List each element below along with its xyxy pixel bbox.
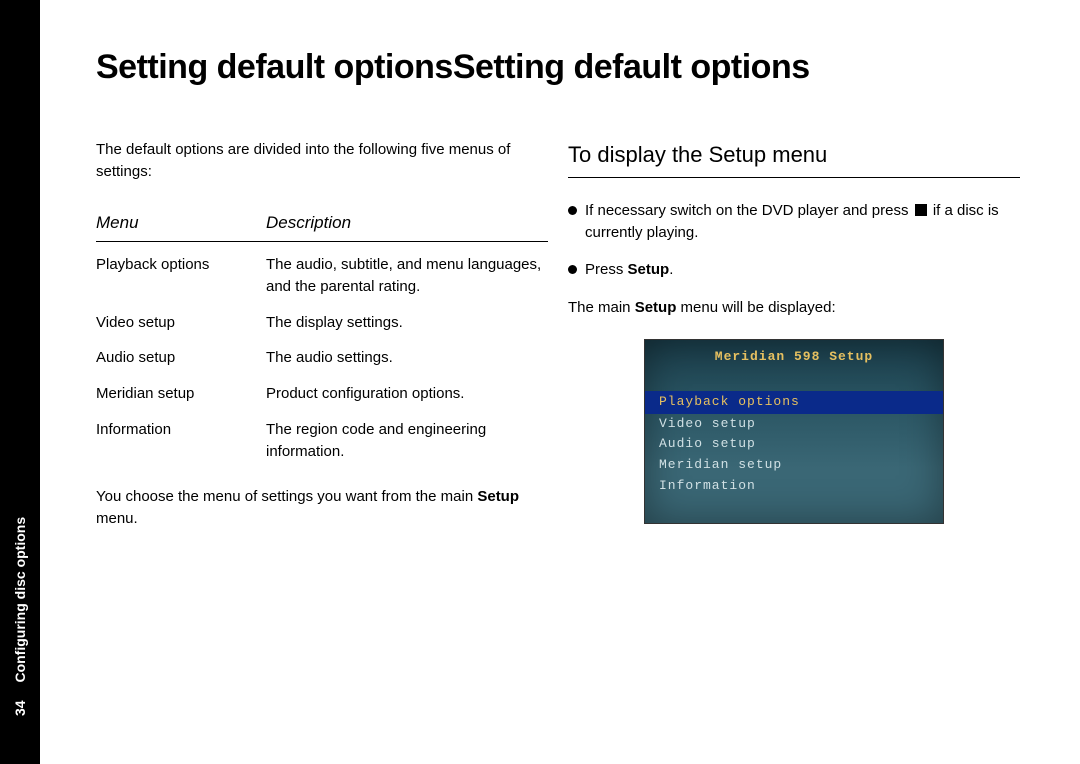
sidebar-section-label: 34 Configuring disc options xyxy=(0,0,40,764)
cell-desc: Product configuration options. xyxy=(266,383,548,405)
table-row: Information The region code and engineer… xyxy=(96,419,548,463)
step2-bold: Setup xyxy=(628,261,670,278)
table-header-row: Menu Description xyxy=(96,211,548,243)
cell-desc: The display settings. xyxy=(266,312,548,334)
followup-suffix: menu will be displayed: xyxy=(676,299,835,316)
page-title: Setting default optionsSetting default o… xyxy=(96,48,1020,95)
closing-bold: Setup xyxy=(477,488,519,505)
screenshot-menu-item: Information xyxy=(645,476,943,497)
table-header-desc: Description xyxy=(266,211,548,236)
step1-prefix: If necessary switch on the DVD player an… xyxy=(585,202,913,219)
cell-menu: Video setup xyxy=(96,312,266,334)
step-2: Press Setup. xyxy=(568,259,1020,281)
section-label: Configuring disc options xyxy=(12,517,28,683)
page-body: Setting default optionsSetting default o… xyxy=(40,0,1080,570)
screenshot-menu-item: Meridian setup xyxy=(645,455,943,476)
menu-table: Menu Description Playback options The au… xyxy=(96,211,548,463)
closing-suffix: menu. xyxy=(96,510,138,527)
cell-menu: Audio setup xyxy=(96,347,266,369)
table-row: Video setup The display settings. xyxy=(96,312,548,334)
screenshot-menu-item: Audio setup xyxy=(645,434,943,455)
screenshot-menu-list: Playback options Video setup Audio setup… xyxy=(645,391,943,497)
cell-menu: Meridian setup xyxy=(96,383,266,405)
screenshot-menu-item-selected: Playback options xyxy=(645,391,943,414)
followup-text: The main Setup menu will be displayed: xyxy=(568,297,1020,319)
stop-icon xyxy=(915,204,927,216)
setup-menu-screenshot: Meridian 598 Setup Playback options Vide… xyxy=(644,339,944,524)
cell-menu: Information xyxy=(96,419,266,463)
bullet-icon xyxy=(568,206,577,215)
bullet-icon xyxy=(568,265,577,274)
screenshot-menu-item: Video setup xyxy=(645,414,943,435)
cell-desc: The region code and engineering informat… xyxy=(266,419,548,463)
followup-bold: Setup xyxy=(635,299,677,316)
step-1: If necessary switch on the DVD player an… xyxy=(568,200,1020,244)
table-row: Meridian setup Product configuration opt… xyxy=(96,383,548,405)
table-header-menu: Menu xyxy=(96,211,266,236)
step2-suffix: . xyxy=(669,261,673,278)
screenshot-title: Meridian 598 Setup xyxy=(645,348,943,367)
closing-prefix: You choose the menu of settings you want… xyxy=(96,488,477,505)
right-column: To display the Setup menu If necessary s… xyxy=(568,139,1020,530)
step2-prefix: Press xyxy=(585,261,628,278)
cell-desc: The audio settings. xyxy=(266,347,548,369)
intro-text: The default options are divided into the… xyxy=(96,139,548,183)
closing-text: You choose the menu of settings you want… xyxy=(96,486,548,530)
followup-prefix: The main xyxy=(568,299,635,316)
cell-desc: The audio, subtitle, and menu languages,… xyxy=(266,254,548,298)
right-heading: To display the Setup menu xyxy=(568,139,1020,178)
table-row: Playback options The audio, subtitle, an… xyxy=(96,254,548,298)
page-number: 34 xyxy=(12,700,28,716)
cell-menu: Playback options xyxy=(96,254,266,298)
left-column: The default options are divided into the… xyxy=(96,139,548,530)
table-row: Audio setup The audio settings. xyxy=(96,347,548,369)
